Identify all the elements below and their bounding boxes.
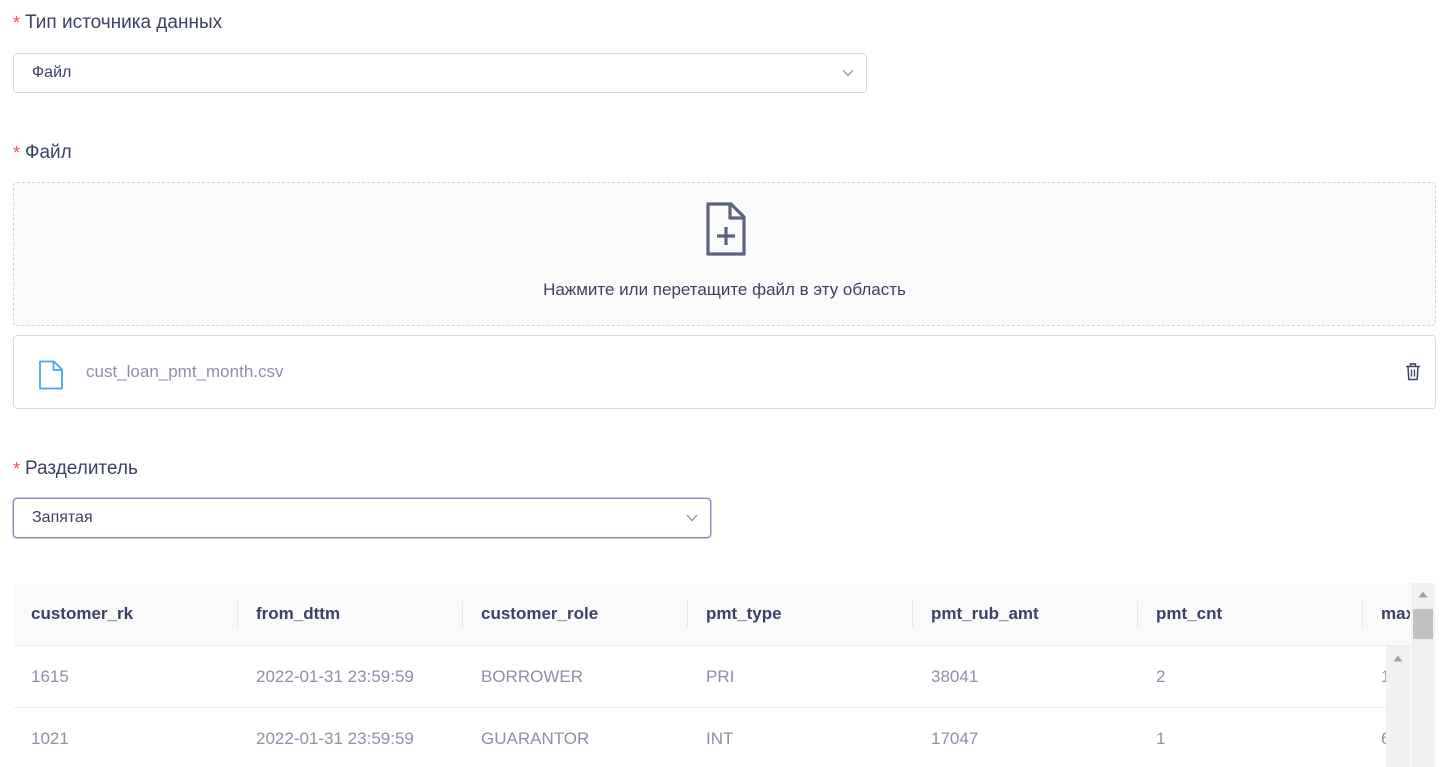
file-add-icon [706,202,746,256]
uploaded-file-name: cust_loan_pmt_month.csv [86,362,284,381]
file-dropzone[interactable]: Нажмите или перетащите файл в эту област… [13,182,1436,326]
preview-table-container: customer_rk from_dttm customer_role pmt_… [13,583,1410,767]
table-body-scrollbar[interactable] [1386,646,1410,767]
column-header[interactable]: customer_role [463,583,688,646]
page-scrollbar[interactable] [1411,583,1435,767]
table-cell: 1021 [13,707,238,767]
file-label: * Файл [13,140,72,166]
required-mark: * [13,142,21,163]
table-cell: 38041 [913,645,1138,708]
table-cell: PRI [688,645,913,708]
source-type-label: * Тип источника данных [13,10,222,36]
table-cell: GUARANTOR [463,707,688,767]
table-row: 1021 2022-01-31 23:59:59 GUARANTOR INT 1… [13,707,1410,767]
table-header-row: customer_rk from_dttm customer_role pmt_… [13,583,1410,646]
chevron-down-icon [842,69,854,77]
table-cell: INT [688,707,913,767]
source-type-value: Файл [32,64,72,81]
column-header[interactable]: max [1363,583,1410,646]
table-row: 1615 2022-01-31 23:59:59 BORROWER PRI 38… [13,645,1410,708]
source-type-label-text: Тип источника данных [25,12,223,33]
separator-select[interactable]: Запятая [13,498,711,538]
dropzone-hint: Нажмите или перетащите файл в эту област… [543,280,906,299]
table-cell: BORROWER [463,645,688,708]
preview-table: customer_rk from_dttm customer_role pmt_… [13,583,1410,767]
delete-icon[interactable] [1405,363,1421,381]
table-cell: 1615 [13,645,238,708]
file-icon [39,360,63,390]
file-label-text: Файл [25,142,72,163]
table-cell: 2022-01-31 23:59:59 [238,707,463,767]
table-cell: 1 [1138,707,1363,767]
scroll-up-arrow-icon[interactable] [1418,591,1428,598]
column-header[interactable]: customer_rk [13,583,238,646]
uploaded-file-item: cust_loan_pmt_month.csv [13,335,1436,409]
column-header[interactable]: from_dttm [238,583,463,646]
separator-label-text: Разделитель [25,458,138,479]
separator-label: * Разделитель [13,456,138,482]
column-header[interactable]: pmt_cnt [1138,583,1363,646]
required-mark: * [13,12,21,33]
table-cell: 2 [1138,645,1363,708]
scroll-up-arrow-icon[interactable] [1393,655,1403,662]
table-cell: 2022-01-31 23:59:59 [238,645,463,708]
column-header[interactable]: pmt_rub_amt [913,583,1138,646]
separator-value: Запятая [32,509,93,526]
required-mark: * [13,458,21,479]
chevron-down-icon [686,514,698,522]
source-type-select[interactable]: Файл [13,53,867,93]
column-header[interactable]: pmt_type [688,583,913,646]
table-cell: 17047 [913,707,1138,767]
scrollbar-thumb[interactable] [1413,609,1433,639]
